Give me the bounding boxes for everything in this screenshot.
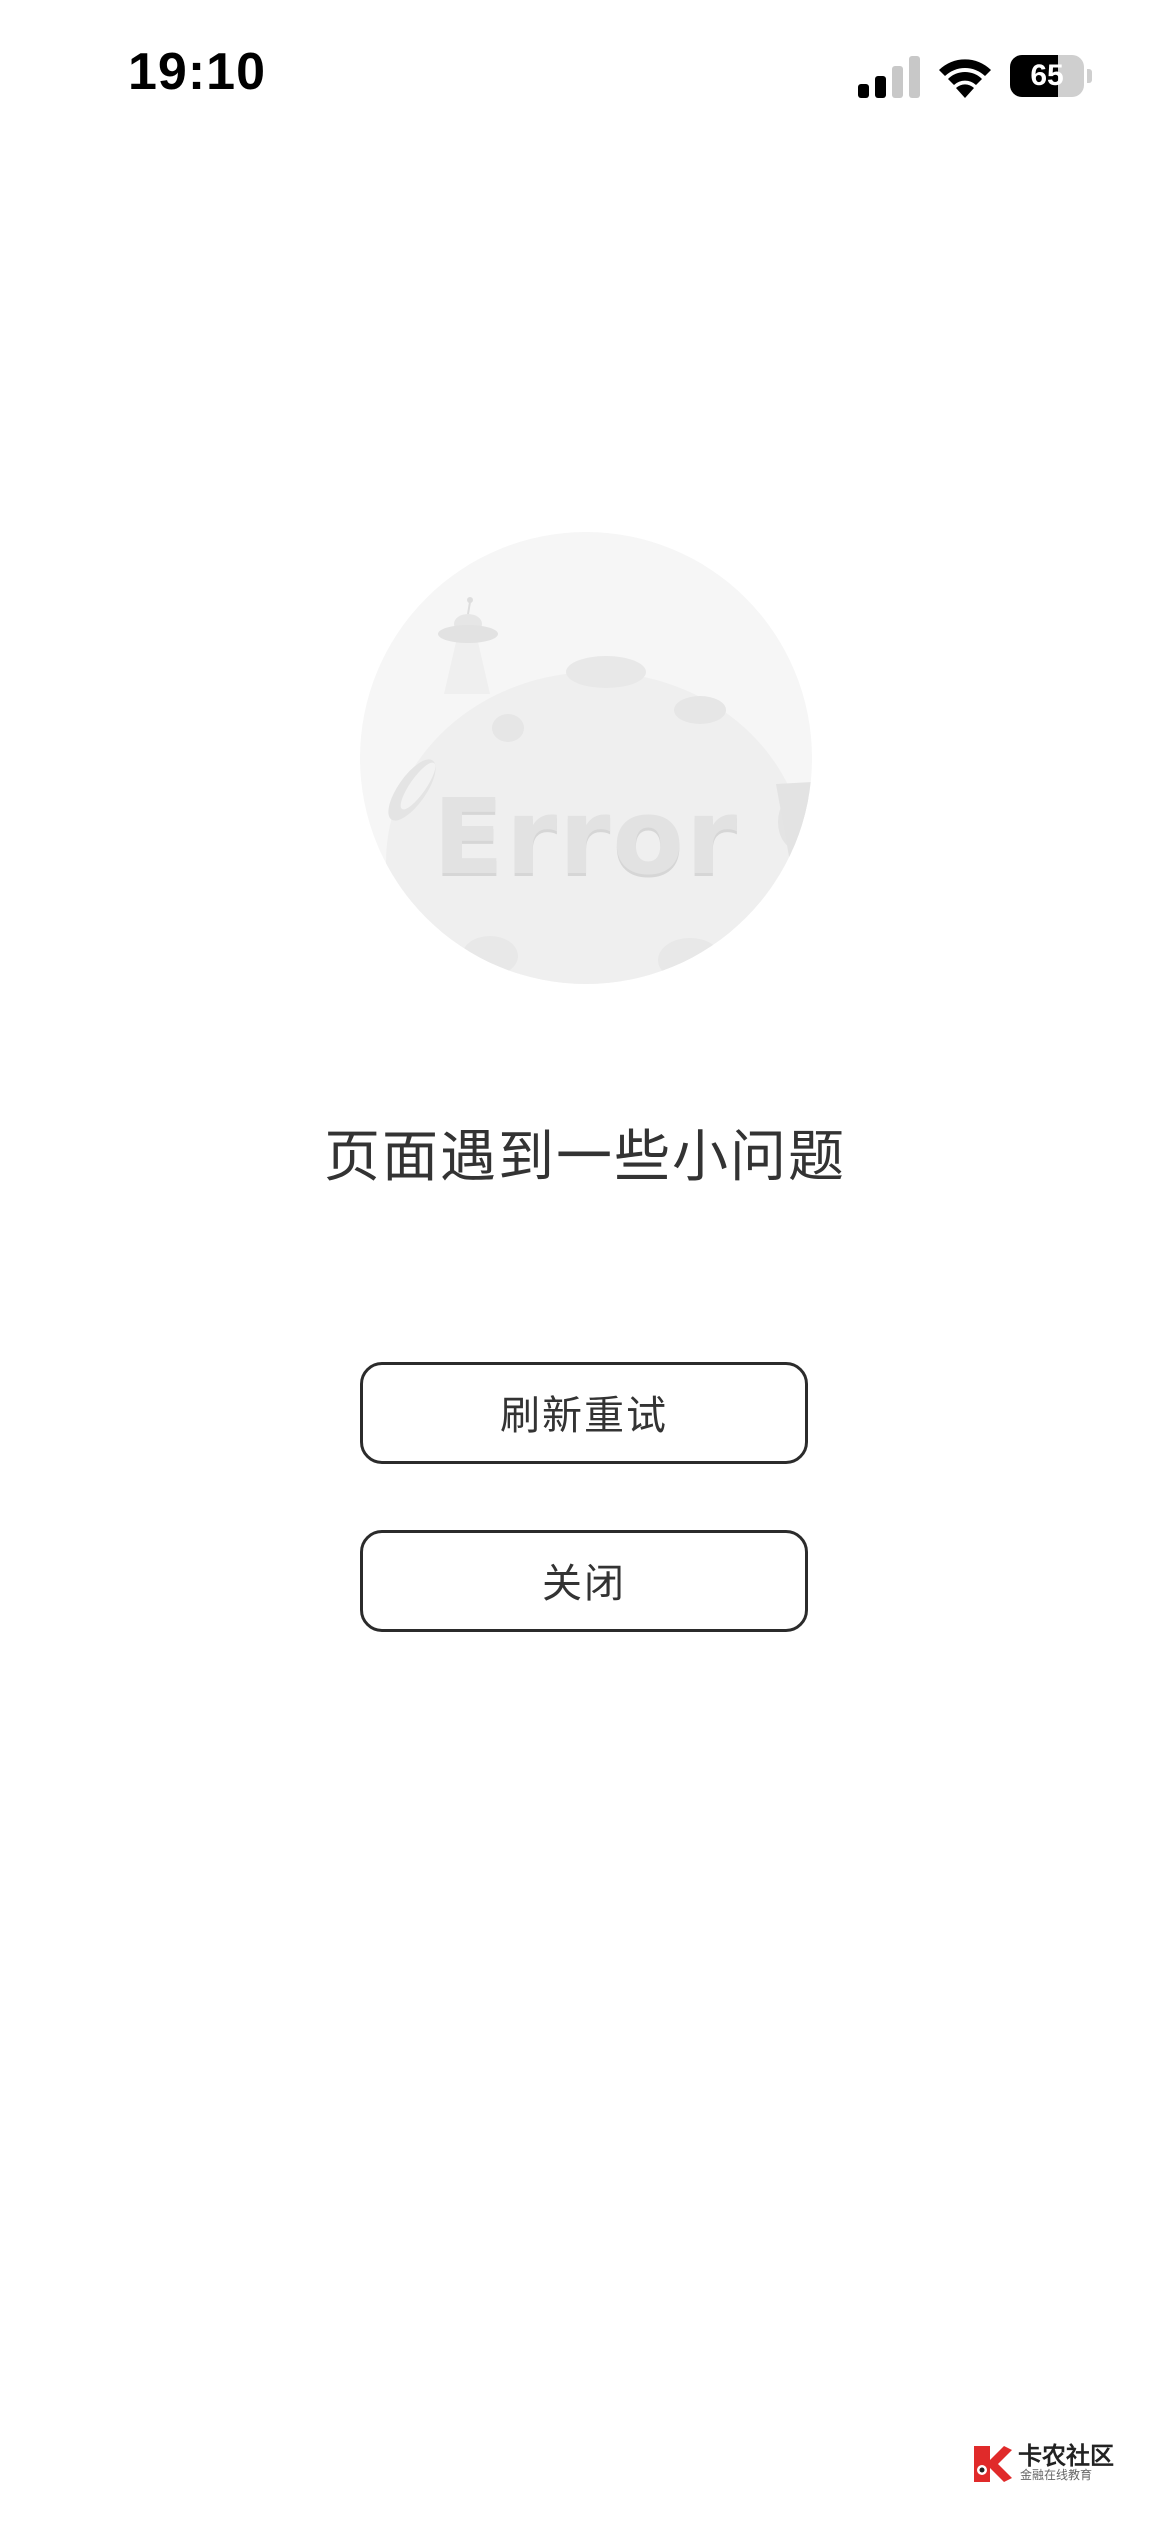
status-bar: 19:10 65 <box>0 0 1170 150</box>
kanong-logo-icon <box>974 2446 1012 2482</box>
refresh-retry-button[interactable]: 刷新重试 <box>360 1362 808 1464</box>
error-illustration: Error <box>360 532 812 984</box>
battery-cap <box>1087 69 1092 83</box>
error-message: 页面遇到一些小问题 <box>324 1125 846 1190</box>
battery-icon: 65 <box>1010 55 1092 97</box>
close-button[interactable]: 关闭 <box>360 1530 808 1632</box>
error-illustration-text: Error <box>432 776 740 898</box>
watermark: 卡农社区 金融在线教育 <box>970 2436 1120 2488</box>
signal-icon <box>858 56 920 98</box>
battery-level: 65 <box>1030 59 1064 92</box>
planet-icon <box>360 532 812 984</box>
battery-body: 65 <box>1010 55 1084 97</box>
status-time: 19:10 <box>128 43 266 101</box>
watermark-subtitle: 金融在线教育 <box>1020 2468 1093 2482</box>
wifi-icon <box>939 59 991 98</box>
